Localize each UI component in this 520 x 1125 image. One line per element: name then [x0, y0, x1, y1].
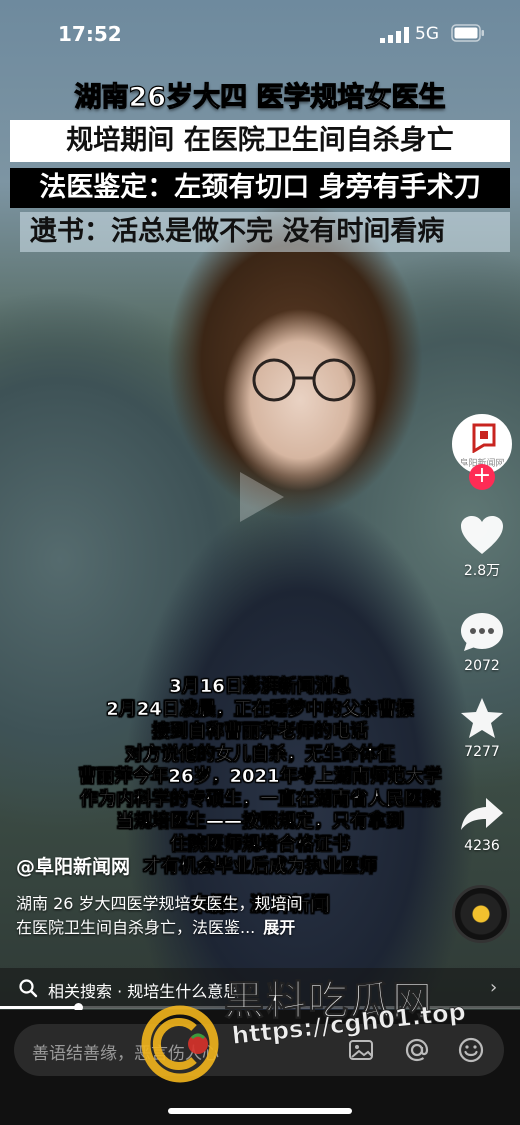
description-line-1: 湖南 26 岁大四医学规培女医生，规培间 — [16, 894, 303, 913]
comment-icon — [461, 613, 503, 651]
caption-line: 对方说他的女儿自杀，无生命体征 — [125, 743, 396, 765]
battery-icon — [451, 24, 484, 42]
caption-line: 2月24日凌晨，正在睡梦中的父亲曹振 — [106, 698, 414, 720]
home-indicator[interactable] — [168, 1108, 352, 1114]
comment-button[interactable]: 2072 — [452, 610, 512, 674]
caption-line: 曹丽萍今年26岁，2021年考上湖南师范大学 — [78, 766, 442, 788]
status-bar: 17:52 5G — [0, 0, 520, 64]
post-description: 湖南 26 岁大四医学规培女医生，规培间 在医院卫生间自杀身亡，法医鉴... 展开 — [16, 892, 436, 940]
glasses-graphic — [252, 358, 356, 402]
like-count: 2.8万 — [463, 563, 501, 579]
heart-icon — [461, 516, 503, 554]
caption-line: 当规培医生——按照规定，只有拿到 — [116, 811, 405, 833]
publisher-logo-icon — [472, 423, 496, 453]
status-time: 17:52 — [58, 22, 122, 46]
signal-icon — [380, 27, 409, 43]
network-type: 5G — [415, 24, 439, 44]
caption-line: 3月16日澎湃新闻消息 — [169, 676, 351, 698]
author-name[interactable]: @阜阳新闻网 — [16, 852, 130, 879]
headline-line-2: 规培期间 在医院卫生间自杀身亡 — [10, 120, 510, 162]
expand-button[interactable]: 展开 — [263, 918, 295, 937]
headline-line-4: 遗书：活总是做不完 没有时间看病 — [20, 212, 510, 252]
image-icon[interactable] — [346, 1035, 376, 1065]
headline-line-3: 法医鉴定：左颈有切口 身旁有手术刀 — [10, 168, 510, 208]
search-icon — [19, 979, 38, 998]
video-caption: 3月16日澎湃新闻消息 2月24日凌晨，正在睡梦中的父亲曹振 接到自称曹丽萍老师… — [0, 676, 520, 915]
caption-line: 作为内科学的专硕生，一直在湖南省人民医院 — [80, 788, 441, 810]
headline-line-1: 湖南26岁大四 医学规培女医生 — [74, 81, 446, 113]
mention-icon[interactable] — [402, 1035, 432, 1065]
follow-button[interactable]: + — [469, 464, 495, 490]
emoji-icon[interactable] — [456, 1035, 486, 1065]
play-icon[interactable] — [222, 462, 292, 532]
caption-line: 接到自称曹丽萍老师的电话 — [152, 721, 369, 743]
related-search-label: 相关搜索 · 规培生什么意思 — [48, 982, 240, 1001]
comment-count: 2072 — [464, 658, 500, 674]
watermark-logo-icon — [141, 1005, 219, 1083]
description-line-2: 在医院卫生间自杀身亡，法医鉴... — [16, 918, 256, 937]
like-button[interactable]: 2.8万 — [452, 514, 512, 580]
progress-fill — [0, 1006, 78, 1009]
chevron-right-icon: › — [490, 977, 498, 998]
